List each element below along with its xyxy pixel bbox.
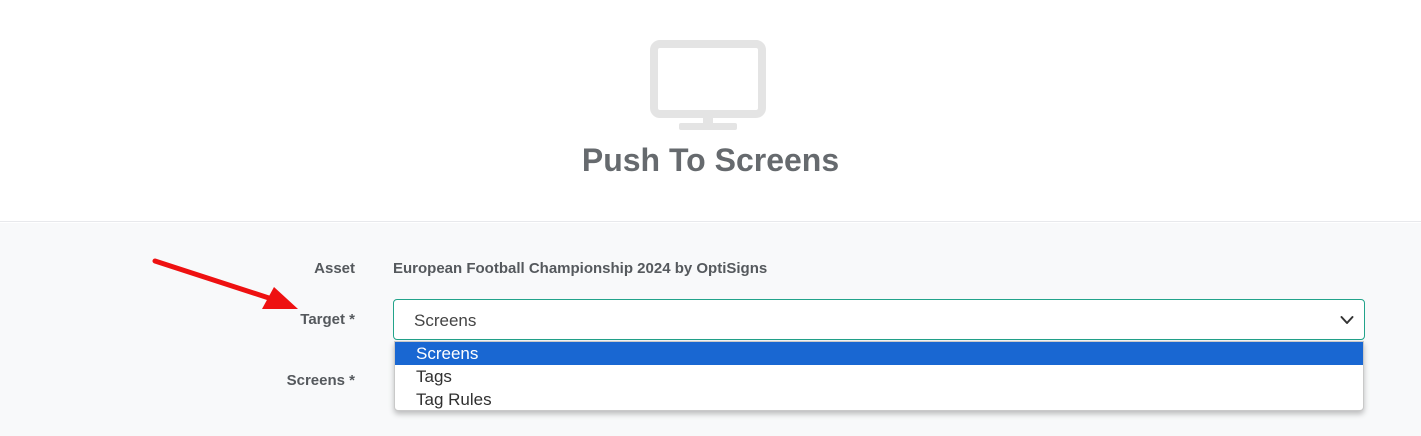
red-arrow-icon [152,258,298,309]
page-title: Push To Screens [581,142,840,178]
header: Push To Screens [0,0,1421,222]
dropdown-option-tags[interactable]: Tags [395,365,1363,388]
chevron-down-icon [1340,316,1354,324]
dropdown-option-tag-rules[interactable]: Tag Rules [395,388,1363,410]
screens-label: Screens * [286,372,355,389]
target-select[interactable]: Screens [393,299,1365,340]
monitor-icon [650,40,766,130]
target-dropdown-list: Screens Tags Tag Rules [394,341,1364,411]
push-to-screens-page: Push To Screens Asset European Football … [0,0,1421,436]
target-select-value: Screens [414,311,477,330]
dropdown-option-screens[interactable]: Screens [395,342,1363,365]
asset-value: European Football Championship 2024 by O… [393,260,768,277]
